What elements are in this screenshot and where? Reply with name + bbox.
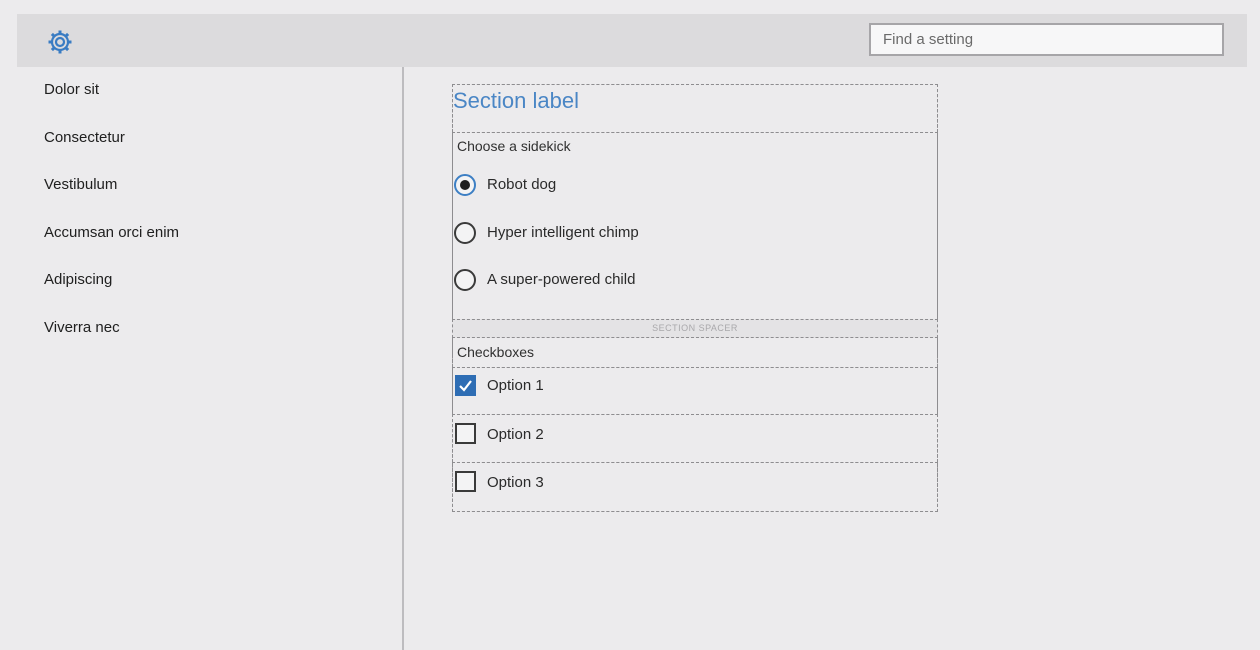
radio-super-powered-child[interactable] (454, 269, 476, 291)
settings-window: Dolor sit Consectetur Vestibulum Accumsa… (0, 0, 1260, 650)
checkbox-label-option-2[interactable]: Option 2 (487, 426, 544, 443)
checkmark-icon (459, 380, 472, 392)
sidebar-item-accumsan-orci-enim[interactable]: Accumsan orci enim (44, 224, 179, 241)
radio-group-label: Choose a sidekick (457, 138, 571, 154)
checkbox-group-label: Checkboxes (457, 344, 535, 360)
checkbox-option-3[interactable] (455, 471, 476, 492)
search-input[interactable] (869, 23, 1224, 56)
checkbox-option-2[interactable] (455, 423, 476, 444)
gear-icon[interactable] (47, 29, 73, 55)
radio-label-super-powered-child[interactable]: A super-powered child (487, 271, 635, 288)
checkbox-label-option-3[interactable]: Option 3 (487, 474, 544, 491)
section-label: Section label (453, 88, 579, 113)
sidebar-item-vestibulum[interactable]: Vestibulum (44, 176, 117, 193)
radio-label-robot-dog[interactable]: Robot dog (487, 176, 556, 193)
sidebar-item-dolor-sit[interactable]: Dolor sit (44, 81, 99, 98)
radio-label-hyper-intelligent-chimp[interactable]: Hyper intelligent chimp (487, 224, 639, 241)
sidebar-item-adipiscing[interactable]: Adipiscing (44, 271, 112, 288)
sidebar-divider (402, 67, 404, 650)
sidebar-item-viverra-nec[interactable]: Viverra nec (44, 319, 120, 336)
checkbox-option-1[interactable] (455, 375, 476, 396)
checkbox-label-option-1[interactable]: Option 1 (487, 377, 544, 394)
radio-robot-dog[interactable] (454, 174, 476, 196)
section-spacer: SECTION SPACER (452, 319, 938, 338)
sidebar-item-consectetur[interactable]: Consectetur (44, 129, 125, 146)
radio-hyper-intelligent-chimp[interactable] (454, 222, 476, 244)
